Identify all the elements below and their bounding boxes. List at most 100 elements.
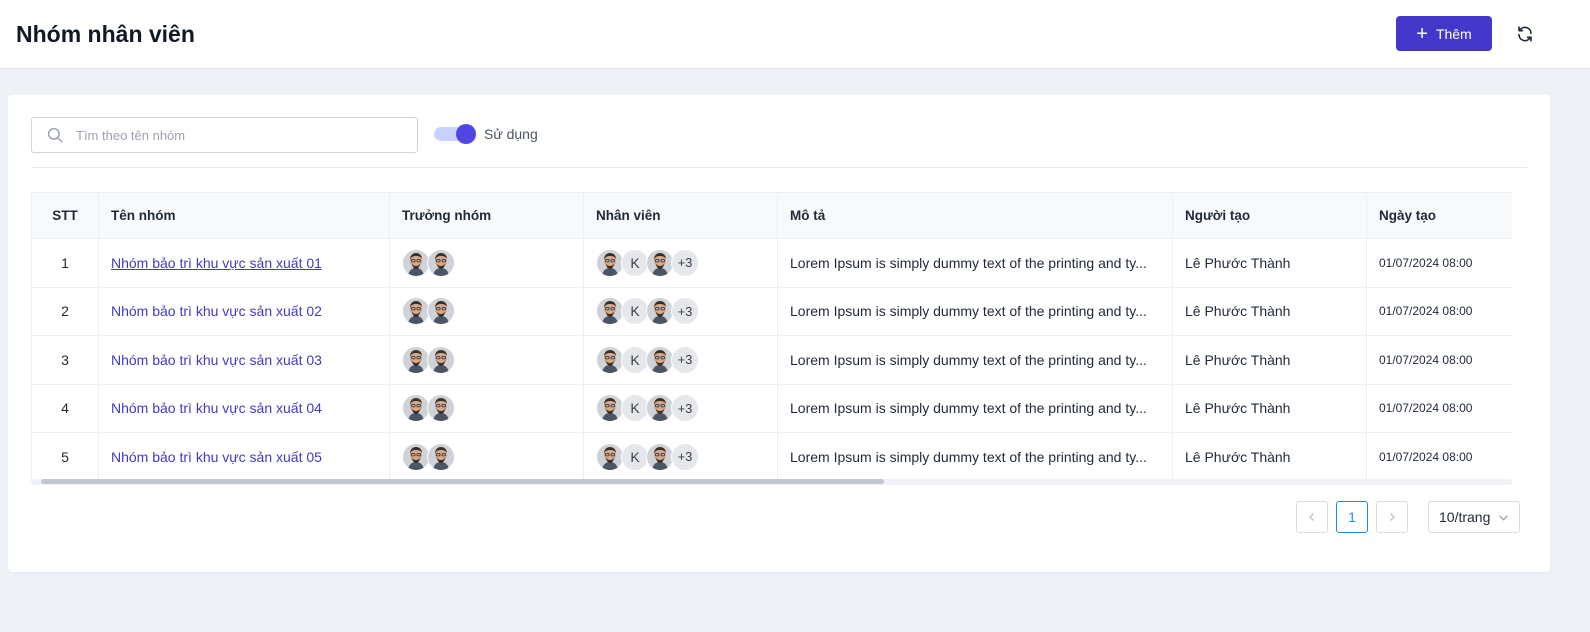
leader-avatar[interactable]	[427, 297, 455, 326]
cell-creator: Lê Phước Thành	[1172, 286, 1367, 336]
leader-avatar[interactable]	[427, 248, 455, 277]
more-members-badge[interactable]: +3	[671, 394, 699, 423]
cell-group-name: Nhóm bảo trì khu vực sản xuất 03	[98, 335, 390, 385]
member-avatars: K +3	[596, 394, 765, 423]
group-name-link[interactable]: Nhóm bảo trì khu vực sản xuất 05	[111, 449, 322, 465]
toggle-knob	[456, 124, 476, 144]
member-avatar[interactable]	[646, 345, 674, 374]
member-initial-avatar[interactable]: K	[621, 248, 649, 277]
cell-members: K +3	[583, 335, 778, 385]
cell-group-name: Nhóm bảo trì khu vực sản xuất 01	[98, 238, 390, 288]
group-name-link[interactable]: Nhóm bảo trì khu vực sản xuất 01	[111, 255, 322, 271]
member-avatar[interactable]	[596, 248, 624, 277]
filter-toolbar: Sử dụng	[31, 117, 1527, 153]
member-initial-avatar[interactable]: K	[621, 442, 649, 471]
member-initial-avatar[interactable]: K	[621, 394, 649, 423]
cell-creator: Lê Phước Thành	[1172, 432, 1367, 482]
leader-avatar[interactable]	[427, 345, 455, 374]
leader-avatars	[402, 394, 571, 423]
cell-created-date: 01/07/2024 08:00	[1366, 432, 1512, 482]
cell-stt: 2	[31, 286, 99, 336]
add-button[interactable]: + Thêm	[1396, 16, 1492, 51]
page-header: Nhóm nhân viên + Thêm	[0, 0, 1590, 69]
member-avatar[interactable]	[646, 442, 674, 471]
cell-leaders	[389, 432, 584, 482]
table-header-row: STT Tên nhóm Trưởng nhóm Nhân viên Mô tả…	[31, 192, 1512, 239]
page-title: Nhóm nhân viên	[16, 20, 195, 47]
member-initial-avatar[interactable]: K	[621, 345, 649, 374]
groups-table: STT Tên nhóm Trưởng nhóm Nhân viên Mô tả…	[31, 192, 1512, 482]
active-toggle-label: Sử dụng	[484, 126, 538, 142]
cell-creator: Lê Phước Thành	[1172, 383, 1367, 433]
table-row[interactable]: 5 Nhóm bảo trì khu vực sản xuất 05 K +3 Lore…	[31, 432, 1512, 482]
leader-avatar[interactable]	[402, 394, 430, 423]
cell-description: Lorem Ipsum is simply dummy text of the …	[777, 432, 1173, 482]
member-avatar[interactable]	[596, 442, 624, 471]
cell-description: Lorem Ipsum is simply dummy text of the …	[777, 238, 1173, 288]
cell-leaders	[389, 286, 584, 336]
cell-stt: 5	[31, 432, 99, 482]
cell-leaders	[389, 238, 584, 288]
group-name-link[interactable]: Nhóm bảo trì khu vực sản xuất 02	[111, 303, 322, 319]
group-name-link[interactable]: Nhóm bảo trì khu vực sản xuất 03	[111, 352, 322, 368]
member-avatar[interactable]	[646, 297, 674, 326]
more-members-badge[interactable]: +3	[671, 248, 699, 277]
page-number-button[interactable]: 1	[1336, 501, 1368, 533]
column-header-creator: Người tạo	[1172, 192, 1367, 239]
group-name-link[interactable]: Nhóm bảo trì khu vực sản xuất 04	[111, 400, 322, 416]
leader-avatar[interactable]	[402, 297, 430, 326]
chevron-down-icon	[1499, 514, 1508, 521]
leader-avatar[interactable]	[427, 394, 455, 423]
table-row[interactable]: 2 Nhóm bảo trì khu vực sản xuất 02 K +3 Lore…	[31, 286, 1512, 336]
member-avatar[interactable]	[646, 394, 674, 423]
groups-table-container: STT Tên nhóm Trưởng nhóm Nhân viên Mô tả…	[31, 192, 1512, 487]
member-initial-avatar[interactable]: K	[621, 297, 649, 326]
leader-avatar[interactable]	[402, 345, 430, 374]
refresh-button[interactable]	[1513, 22, 1537, 46]
next-page-button[interactable]	[1376, 501, 1408, 533]
table-row[interactable]: 4 Nhóm bảo trì khu vực sản xuất 04 K +3 Lore…	[31, 383, 1512, 433]
cell-members: K +3	[583, 238, 778, 288]
refresh-icon	[1518, 26, 1532, 42]
cell-creator: Lê Phước Thành	[1172, 238, 1367, 288]
column-header-name: Tên nhóm	[98, 192, 390, 239]
plus-icon: +	[1416, 22, 1428, 45]
column-header-created-date: Ngày tạo	[1366, 192, 1512, 239]
prev-page-button[interactable]	[1296, 501, 1328, 533]
cell-stt: 4	[31, 383, 99, 433]
cell-stt: 3	[31, 335, 99, 385]
leader-avatar[interactable]	[427, 442, 455, 471]
search-input[interactable]	[74, 126, 398, 144]
cell-leaders	[389, 383, 584, 433]
cell-creator: Lê Phước Thành	[1172, 335, 1367, 385]
search-box[interactable]	[31, 117, 418, 153]
content-card: Sử dụng STT Tên nhóm Trưởng nhóm Nhân vi…	[8, 95, 1550, 572]
leader-avatars	[402, 297, 571, 326]
member-avatar[interactable]	[596, 394, 624, 423]
member-avatar[interactable]	[646, 248, 674, 277]
leader-avatar[interactable]	[402, 248, 430, 277]
cell-leaders	[389, 335, 584, 385]
more-members-badge[interactable]: +3	[671, 297, 699, 326]
cell-created-date: 01/07/2024 08:00	[1366, 238, 1512, 288]
horizontal-scrollbar[interactable]	[31, 479, 1512, 485]
member-avatar[interactable]	[596, 345, 624, 374]
cell-created-date: 01/07/2024 08:00	[1366, 335, 1512, 385]
cell-created-date: 01/07/2024 08:00	[1366, 286, 1512, 336]
cell-group-name: Nhóm bảo trì khu vực sản xuất 02	[98, 286, 390, 336]
leader-avatar[interactable]	[402, 442, 430, 471]
chevron-right-icon	[1390, 513, 1395, 521]
chevron-left-icon	[1309, 513, 1314, 521]
page-size-select[interactable]: 10/trang	[1428, 501, 1520, 533]
active-toggle[interactable]	[434, 124, 476, 144]
more-members-badge[interactable]: +3	[671, 345, 699, 374]
scrollbar-thumb[interactable]	[41, 479, 884, 484]
table-row[interactable]: 3 Nhóm bảo trì khu vực sản xuất 03 K +3 Lore…	[31, 335, 1512, 385]
member-avatar[interactable]	[596, 297, 624, 326]
cell-members: K +3	[583, 286, 778, 336]
more-members-badge[interactable]: +3	[671, 442, 699, 471]
leader-avatars	[402, 442, 571, 471]
table-row[interactable]: 1 Nhóm bảo trì khu vực sản xuất 01 K +3 Lore…	[31, 238, 1512, 288]
member-avatars: K +3	[596, 248, 765, 277]
cell-group-name: Nhóm bảo trì khu vực sản xuất 05	[98, 432, 390, 482]
